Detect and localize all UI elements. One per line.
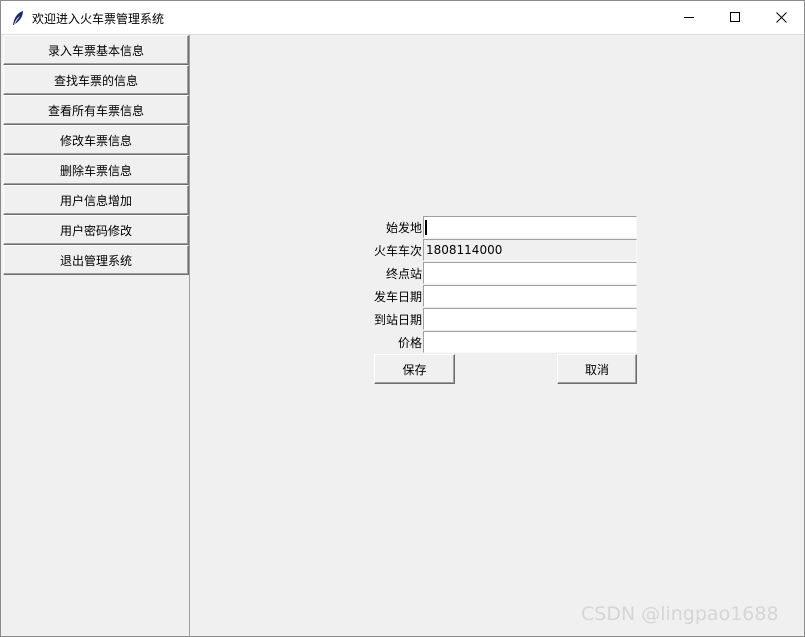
sidebar-item-change-password[interactable]: 用户密码修改	[3, 215, 189, 245]
save-button[interactable]: 保存	[374, 354, 455, 384]
minimize-button[interactable]	[666, 1, 712, 34]
arrival-date-input[interactable]	[423, 308, 637, 330]
sidebar-item-edit-ticket[interactable]: 修改车票信息	[3, 125, 189, 155]
destination-label: 终点站	[385, 266, 422, 281]
close-button[interactable]	[758, 1, 804, 34]
maximize-button[interactable]	[712, 1, 758, 34]
close-icon	[775, 12, 787, 23]
sidebar-item-exit[interactable]: 退出管理系统	[3, 245, 189, 275]
cancel-button[interactable]: 取消	[557, 354, 637, 384]
destination-input[interactable]	[423, 262, 637, 284]
sidebar-item-add-ticket[interactable]: 录入车票基本信息	[3, 35, 189, 65]
origin-label: 始发地	[385, 220, 422, 235]
maximize-icon	[729, 12, 740, 22]
arrival-date-label: 到站日期	[373, 312, 422, 327]
sidebar-item-find-ticket[interactable]: 查找车票的信息	[3, 65, 189, 95]
departure-date-input[interactable]	[423, 285, 637, 307]
sidebar-item-delete-ticket[interactable]: 删除车票信息	[3, 155, 189, 185]
feather-icon	[11, 10, 25, 26]
watermark: CSDN @lingpao1688	[581, 603, 779, 625]
origin-input[interactable]	[423, 216, 637, 238]
app-window: 欢迎进入火车票管理系统 录入车票基本信息 查找车票的信息 查看所有车票信息 修改…	[0, 0, 805, 637]
text-caret	[425, 220, 427, 235]
ticket-form: 始发地 火车车次 终点站 发车日期 到站日期 价格 保存 取消	[374, 215, 637, 384]
sidebar: 录入车票基本信息 查找车票的信息 查看所有车票信息 修改车票信息 删除车票信息 …	[2, 35, 190, 637]
price-input[interactable]	[423, 331, 637, 353]
sidebar-item-add-user[interactable]: 用户信息增加	[3, 185, 189, 215]
minimize-icon	[683, 17, 694, 18]
departure-date-label: 发车日期	[373, 289, 422, 304]
train-number-input[interactable]	[423, 239, 637, 261]
window-title: 欢迎进入火车票管理系统	[32, 12, 165, 26]
title-bar[interactable]: 欢迎进入火车票管理系统	[1, 1, 804, 35]
sidebar-item-view-all-tickets[interactable]: 查看所有车票信息	[3, 95, 189, 125]
train-number-label: 火车车次	[373, 243, 422, 258]
price-label: 价格	[397, 335, 422, 350]
